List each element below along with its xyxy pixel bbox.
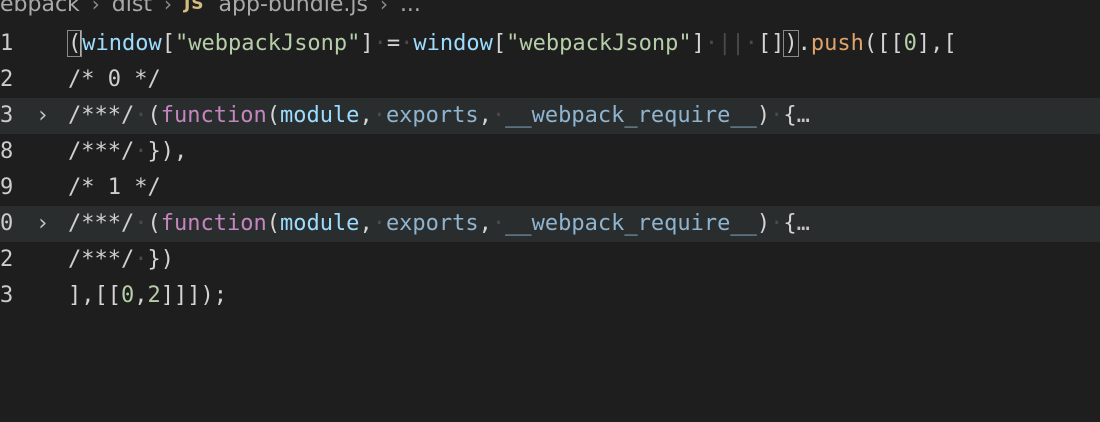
folded-ellipsis[interactable]: … <box>797 211 810 236</box>
code-line[interactable]: 2 /***/·}) <box>0 242 1100 278</box>
code-line[interactable]: 3 ],[[0,2]]]); <box>0 278 1100 314</box>
breadcrumb-symbols[interactable]: ... <box>400 0 421 17</box>
code-content[interactable]: /***/·(function(module,·exports,·__webpa… <box>68 206 810 242</box>
chevron-right-icon: › <box>91 0 100 16</box>
line-number: 2 <box>0 67 14 92</box>
code-line[interactable]: 9 /* 1 */ <box>0 170 1100 206</box>
breadcrumb-file[interactable]: app-bundle.js <box>219 0 368 17</box>
line-number: 2 <box>0 247 14 272</box>
code-content[interactable]: /***/·}), <box>68 134 187 170</box>
code-line[interactable]: 8 /***/·}), <box>0 134 1100 170</box>
code-line-folded[interactable]: 3 › /***/·(function(module,·exports,·__w… <box>0 98 1100 134</box>
line-number: 9 <box>0 175 14 200</box>
code-line[interactable]: 2 /* 0 */ <box>0 62 1100 98</box>
code-content[interactable]: ],[[0,2]]]); <box>68 278 227 314</box>
code-content[interactable]: /***/·}) <box>68 242 174 278</box>
fold-chevron-icon[interactable]: › <box>36 206 54 242</box>
fold-chevron-icon[interactable]: › <box>36 98 54 134</box>
line-number: 3 <box>0 103 14 128</box>
breadcrumb-folder-dist[interactable]: dist <box>112 0 152 17</box>
breadcrumb: ebpack › dist › JS app-bundle.js › ... <box>0 0 421 19</box>
line-number: 8 <box>0 139 14 164</box>
code-content[interactable]: /* 1 */ <box>68 170 161 206</box>
code-content[interactable]: /***/·(function(module,·exports,·__webpa… <box>68 98 810 134</box>
chevron-right-icon: › <box>163 0 172 16</box>
line-number: 3 <box>0 283 14 308</box>
code-content[interactable]: (window["webpackJsonp"]·=·window["webpac… <box>66 26 957 62</box>
code-line-folded[interactable]: 0 › /***/·(function(module,·exports,·__w… <box>0 206 1100 242</box>
code-editor[interactable]: 1 (window["webpackJsonp"]·=·window["webp… <box>0 26 1100 314</box>
line-number: 0 <box>0 211 14 236</box>
code-line[interactable]: 1 (window["webpackJsonp"]·=·window["webp… <box>0 26 1100 62</box>
chevron-right-icon: › <box>379 0 388 16</box>
code-content[interactable]: /* 0 */ <box>68 62 161 98</box>
folded-ellipsis[interactable]: … <box>797 103 810 128</box>
javascript-file-icon: JS <box>183 0 205 14</box>
breadcrumb-folder-webpack[interactable]: ebpack <box>0 0 80 17</box>
line-number: 1 <box>0 31 14 56</box>
